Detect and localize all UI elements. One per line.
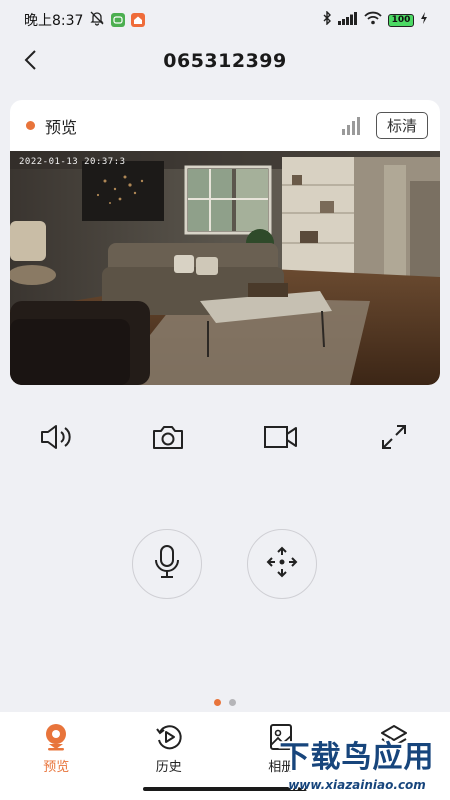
speaker-icon [39, 423, 73, 455]
header: 065312399 [0, 40, 450, 84]
live-video-feed[interactable]: 2022-01-13 20:37:3 [10, 151, 440, 385]
site-watermark: 下载鸟应用 www.xiazainiao.com [266, 726, 448, 798]
history-play-icon [155, 722, 183, 752]
living-room-video-frame [10, 151, 440, 385]
page-indicator [0, 699, 450, 706]
page-title: 065312399 [163, 50, 287, 72]
camera-controls [0, 416, 450, 462]
nav-item-preview[interactable]: 预览 [0, 712, 113, 800]
video-record-icon [263, 424, 299, 454]
record-button[interactable] [258, 416, 304, 462]
camera-card: 预览 标清 2022-01-13 20:37:3 [10, 100, 440, 385]
preview-status-label: 预览 [45, 117, 78, 137]
home-app-icon [131, 13, 146, 27]
snapshot-button[interactable] [145, 416, 191, 462]
cellular-signal-icon [338, 11, 358, 29]
video-timestamp: 2022-01-13 20:37:3 [19, 157, 126, 167]
fullscreen-button[interactable] [371, 416, 417, 462]
page-dot [229, 699, 236, 706]
app-notification-icon [111, 13, 126, 27]
speaker-button[interactable] [33, 416, 79, 462]
signal-strength-icon [341, 116, 360, 135]
live-status-dot [26, 121, 35, 130]
nav-label: 预览 [43, 760, 70, 775]
battery-icon: 100 [388, 13, 414, 27]
bell-muted-icon [89, 10, 105, 30]
ptz-control-button[interactable] [247, 529, 317, 599]
ptz-direction-icon [264, 544, 300, 584]
status-bar: 晚上8:37 100 [0, 0, 450, 40]
location-pin-icon [43, 722, 69, 752]
app-screen: 晚上8:37 100 065312399 预览 标清 2022-01-13 20… [0, 0, 450, 800]
camera-card-header: 预览 标清 [10, 100, 440, 151]
status-time: 晚上8:37 [24, 13, 84, 29]
status-left: 晚上8:37 [24, 10, 146, 30]
charging-icon [420, 12, 428, 28]
watermark-url: www.xiazainiao.com [288, 778, 426, 792]
talk-button[interactable] [132, 529, 202, 599]
wifi-icon [364, 11, 382, 29]
watermark-title: 下载鸟应用 [279, 740, 435, 775]
nav-label: 历史 [155, 760, 182, 775]
fullscreen-icon [380, 423, 408, 455]
status-right: 100 [322, 10, 428, 29]
page-dot-active [214, 699, 221, 706]
video-quality-button[interactable]: 标清 [375, 112, 428, 139]
microphone-icon [153, 544, 181, 584]
camera-icon [152, 424, 184, 454]
bluetooth-icon [322, 10, 332, 29]
